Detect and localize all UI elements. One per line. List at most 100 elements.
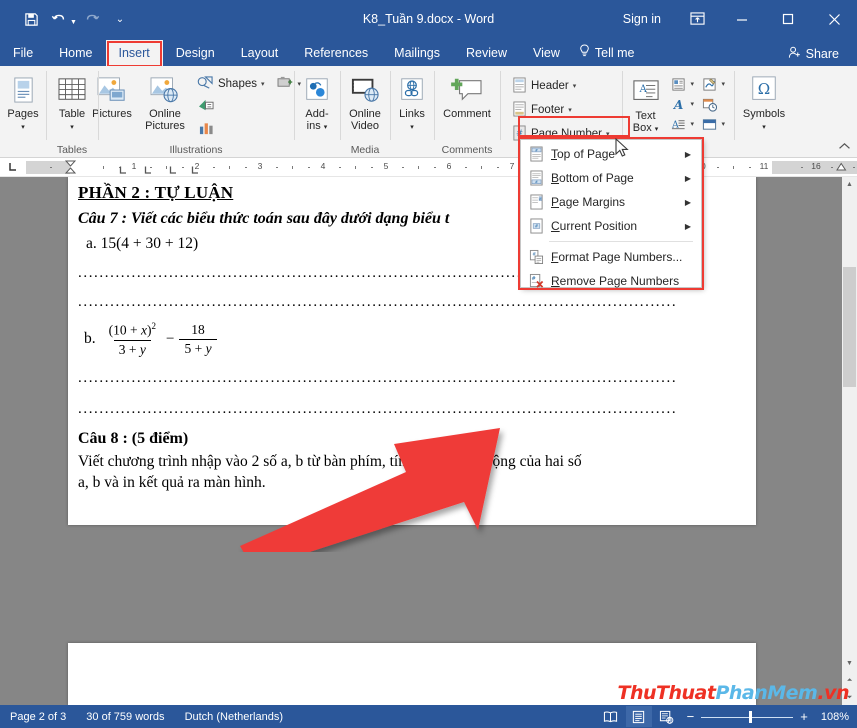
tell-me-box[interactable]: Tell me xyxy=(573,40,645,66)
tab-review[interactable]: Review xyxy=(453,40,520,66)
menu-item-remove-page-numbers-label: Remove Page Numbers xyxy=(551,274,680,288)
ruler-tick xyxy=(733,165,734,169)
redo-icon[interactable] xyxy=(79,6,105,32)
menu-item-current-position-label: Current Position xyxy=(551,219,638,233)
undo-icon[interactable] xyxy=(46,6,72,32)
scroll-down-button[interactable]: ▼ xyxy=(842,656,857,671)
zoom-out-button[interactable]: − xyxy=(682,709,700,724)
tab-design[interactable]: Design xyxy=(163,40,228,66)
restore-button[interactable] xyxy=(765,0,811,38)
chart-button[interactable] xyxy=(193,119,269,141)
document-canvas[interactable]: PHẦN 2 : TỰ LUẬN Câu 7 : Viết các biểu t… xyxy=(0,177,857,705)
signature-line-caret-icon[interactable]: ▾ xyxy=(722,80,729,88)
share-button[interactable]: Share xyxy=(777,42,849,66)
fraction-2: 18 5 + y xyxy=(179,322,217,357)
horizontal-ruler[interactable]: 1 2 3 4 5 6 7 8 9 10 11 16 18 xyxy=(0,158,857,177)
footer-button[interactable]: Footer ▾ xyxy=(508,99,576,121)
save-icon[interactable] xyxy=(18,6,44,32)
zoom-in-button[interactable]: + xyxy=(795,709,813,724)
right-indent-marker-icon[interactable] xyxy=(836,162,847,172)
undo-caret-icon[interactable]: ▼ xyxy=(70,19,77,26)
read-mode-icon[interactable] xyxy=(598,706,624,727)
symbols-button[interactable]: Ω Symbols ▾ xyxy=(737,71,791,134)
quick-parts-icon[interactable] xyxy=(670,75,688,93)
page-number-caret-icon[interactable]: ▾ xyxy=(606,130,610,138)
pages-button[interactable]: Pages ▾ xyxy=(0,71,46,134)
tab-stop-icon[interactable] xyxy=(169,166,178,175)
menu-item-remove-page-numbers[interactable]: # Remove Page Numbers xyxy=(521,269,701,293)
comment-button[interactable]: Comment xyxy=(436,71,498,120)
shapes-caret-icon[interactable]: ▾ xyxy=(261,80,265,88)
minimize-button[interactable] xyxy=(719,0,765,38)
svg-text:#: # xyxy=(534,223,538,228)
ribbon-display-options-icon[interactable] xyxy=(675,0,719,38)
tab-view[interactable]: View xyxy=(520,40,573,66)
svg-text:#: # xyxy=(531,276,535,282)
vertical-scrollbar[interactable]: ▲ ▼ ⏶ ⏷ xyxy=(842,177,857,705)
zoom-slider[interactable] xyxy=(701,709,794,725)
text-box-button[interactable]: A Text Box ▾ xyxy=(626,73,666,136)
tab-stop-icon[interactable] xyxy=(191,166,200,175)
ruler-number: 11 xyxy=(759,160,769,171)
object-icon[interactable] xyxy=(701,115,719,133)
collapse-ribbon-icon[interactable] xyxy=(838,142,851,154)
tab-references[interactable]: References xyxy=(291,40,381,66)
tab-mailings[interactable]: Mailings xyxy=(381,40,453,66)
header-caret-icon[interactable]: ▾ xyxy=(573,82,577,90)
menu-item-current-position[interactable]: # Current Position ▶ xyxy=(521,214,701,238)
zoom-level[interactable]: 108% xyxy=(815,711,849,723)
text-box-icon: A xyxy=(632,75,660,109)
ribbon-group-addins-label xyxy=(298,142,336,158)
menu-item-format-page-numbers[interactable]: # Format Page Numbers... xyxy=(521,245,701,269)
page-number-dropdown-menu[interactable]: # Top of Page ▶ # Bottom of Page ▶ # Pag… xyxy=(520,139,702,288)
wordart-caret-icon[interactable]: ▾ xyxy=(691,100,698,108)
ruler-dot xyxy=(853,166,855,168)
top-of-page-icon: # xyxy=(525,144,547,164)
tab-insert[interactable]: Insert xyxy=(105,40,163,67)
smartart-button[interactable] xyxy=(193,96,269,118)
tab-stop-icon[interactable] xyxy=(144,166,153,175)
format-page-numbers-icon: # xyxy=(525,247,547,267)
tab-file[interactable]: File xyxy=(0,40,46,66)
menu-item-bottom-of-page[interactable]: # Bottom of Page ▶ xyxy=(521,166,701,190)
tab-layout[interactable]: Layout xyxy=(228,40,292,66)
language-indicator[interactable]: Dutch (Netherlands) xyxy=(175,711,293,723)
web-layout-icon[interactable] xyxy=(654,706,680,727)
links-button[interactable]: Links ▾ xyxy=(389,71,435,134)
addins-icon xyxy=(303,73,331,107)
ruler-track[interactable]: 1 2 3 4 5 6 7 8 9 10 11 16 18 xyxy=(26,160,857,175)
online-video-button[interactable]: Online Video xyxy=(341,71,389,132)
object-caret-icon[interactable]: ▾ xyxy=(722,120,729,128)
date-time-icon[interactable] xyxy=(701,95,719,113)
print-layout-icon[interactable] xyxy=(625,706,652,727)
addins-button[interactable]: Add-ins ▾ xyxy=(294,71,340,134)
scroll-up-button[interactable]: ▲ xyxy=(842,177,857,192)
pages-icon xyxy=(10,73,37,107)
word-count[interactable]: 30 of 759 words xyxy=(76,711,174,723)
indent-marker-icon[interactable] xyxy=(64,160,77,175)
scrollbar-thumb[interactable] xyxy=(843,267,856,387)
quick-parts-caret-icon[interactable]: ▾ xyxy=(691,80,698,88)
tab-stop-L-icon[interactable] xyxy=(0,158,26,177)
footer-caret-icon[interactable]: ▾ xyxy=(568,106,572,114)
menu-item-page-margins[interactable]: # Page Margins ▶ xyxy=(521,190,701,214)
header-button[interactable]: Header ▾ xyxy=(508,75,580,97)
ribbon-group-comments-label: Comments xyxy=(441,144,493,156)
sign-in-button[interactable]: Sign in xyxy=(609,12,675,26)
menu-separator xyxy=(549,241,693,242)
pictures-button[interactable]: Pictures xyxy=(87,71,137,120)
close-button[interactable] xyxy=(811,0,857,38)
tab-home[interactable]: Home xyxy=(46,40,105,66)
customize-qat-icon[interactable]: ⌄ xyxy=(107,6,133,32)
fraction-1-numerator: (10 + x)2 xyxy=(108,321,156,338)
drop-cap-caret-icon[interactable]: ▾ xyxy=(691,120,698,128)
zoom-slider-handle[interactable] xyxy=(749,710,753,723)
menu-item-top-of-page[interactable]: # Top of Page ▶ xyxy=(521,142,701,166)
bottom-of-page-icon: # xyxy=(525,168,547,188)
signature-line-icon[interactable] xyxy=(701,75,719,93)
page-indicator[interactable]: Page 2 of 3 xyxy=(0,711,76,723)
online-pictures-button[interactable]: Online Pictures xyxy=(139,71,191,132)
drop-cap-icon[interactable]: A xyxy=(670,115,688,133)
shapes-button[interactable]: Shapes ▾ xyxy=(193,73,269,95)
tab-stop-icon[interactable] xyxy=(119,166,128,175)
